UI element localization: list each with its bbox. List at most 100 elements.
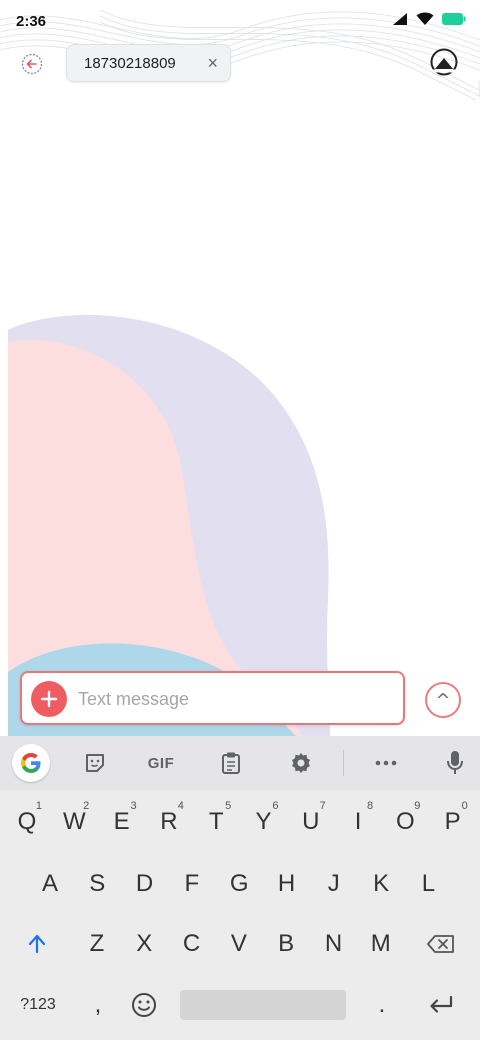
key-a[interactable]: A [27, 858, 73, 910]
send-chevron-icon: ^ [435, 689, 451, 711]
key-label: Y [255, 808, 272, 835]
backspace-key[interactable] [418, 918, 464, 970]
key-number-hint: 9 [414, 800, 421, 812]
key-label: I [354, 808, 362, 835]
microphone-icon[interactable] [436, 744, 474, 782]
google-g-icon [21, 753, 41, 773]
key-label: C [182, 930, 201, 957]
key-label: S [89, 870, 106, 897]
key-i[interactable]: I8 [335, 796, 381, 848]
send-button[interactable]: ^ [425, 682, 461, 718]
key-x[interactable]: X [121, 918, 167, 970]
key-o[interactable]: O9 [382, 796, 428, 848]
toolbar-divider [343, 750, 344, 776]
comma-key-label: , [94, 991, 102, 1018]
key-label: H [277, 870, 296, 897]
key-v[interactable]: V [216, 918, 262, 970]
clipboard-icon[interactable] [212, 744, 250, 782]
back-button[interactable] [18, 50, 46, 78]
key-l[interactable]: L [405, 858, 451, 910]
key-label: O [396, 808, 415, 835]
keyboard-toolbar: GIF [0, 736, 480, 790]
status-bar: 2:36 [0, 0, 480, 44]
key-s[interactable]: S [74, 858, 120, 910]
key-label: B [278, 930, 295, 957]
emoji-smiley-icon [132, 993, 156, 1017]
key-label: M [370, 930, 391, 957]
wifi-icon [416, 12, 434, 25]
mic-icon [447, 751, 463, 774]
cellular-signal-icon [393, 13, 407, 25]
key-label: V [230, 930, 247, 957]
gif-button[interactable]: GIF [142, 744, 180, 782]
key-t[interactable]: T5 [193, 796, 239, 848]
space-bar[interactable] [180, 990, 346, 1020]
key-r[interactable]: R4 [146, 796, 192, 848]
key-number-hint: 8 [366, 800, 374, 812]
key-label: Q [17, 808, 37, 835]
status-time: 2:36 [16, 13, 47, 30]
period-key-label: . [378, 991, 386, 1018]
remove-recipient-close-icon[interactable]: × [207, 53, 218, 73]
key-y[interactable]: Y6 [241, 796, 287, 848]
key-label: R [160, 808, 178, 835]
key-number-hint: 4 [177, 800, 184, 812]
key-number-hint: 5 [225, 800, 232, 812]
key-label: X [136, 930, 153, 957]
key-q[interactable]: Q1 [4, 796, 50, 848]
message-input[interactable] [78, 683, 388, 715]
emoji-key[interactable] [121, 979, 167, 1031]
key-number-hint: 1 [35, 800, 42, 812]
key-number-hint: 3 [130, 800, 137, 812]
key-p[interactable]: P0 [430, 796, 476, 848]
add-attachment-button[interactable] [31, 681, 67, 717]
key-label: A [41, 870, 58, 897]
key-label: F [184, 870, 200, 897]
key-e[interactable]: E3 [99, 796, 145, 848]
status-icons [392, 12, 466, 26]
gif-label: GIF [147, 754, 175, 772]
key-number-hint: 2 [83, 800, 90, 812]
battery-icon [442, 13, 466, 25]
backspace-icon [427, 935, 454, 953]
key-b[interactable]: B [263, 918, 309, 970]
cast-icon[interactable] [428, 46, 460, 78]
shift-key[interactable] [14, 918, 60, 970]
key-h[interactable]: H [264, 858, 310, 910]
sticker-icon[interactable] [76, 744, 114, 782]
symbols-key[interactable]: ?123 [15, 979, 61, 1031]
more-options-icon[interactable] [367, 744, 405, 782]
key-n[interactable]: N [311, 918, 357, 970]
key-label: D [135, 870, 154, 897]
message-composer [20, 671, 405, 725]
key-g[interactable]: G [216, 858, 262, 910]
key-label: W [62, 808, 86, 835]
settings-gear-icon[interactable] [282, 744, 320, 782]
key-k[interactable]: K [358, 858, 404, 910]
enter-key[interactable] [418, 979, 464, 1031]
symbols-key-label: ?123 [20, 996, 56, 1013]
period-key[interactable]: . [359, 979, 405, 1031]
key-w[interactable]: W2 [51, 796, 97, 848]
key-f[interactable]: F [169, 858, 215, 910]
recipient-chip[interactable]: 18730218809 × [66, 44, 231, 82]
key-j[interactable]: J [311, 858, 357, 910]
clipboard-glyph-icon [222, 752, 240, 774]
enter-arrow-icon [430, 995, 453, 1013]
ellipsis-icon [375, 760, 397, 766]
comma-key[interactable]: , [75, 979, 121, 1031]
sticker-face-icon [86, 754, 104, 772]
key-label: G [229, 870, 249, 897]
key-d[interactable]: D [122, 858, 168, 910]
back-arrow-icon [21, 53, 43, 75]
key-number-hint: 7 [319, 800, 326, 812]
key-label: Z [89, 930, 105, 957]
key-label: T [208, 808, 224, 835]
google-icon[interactable] [12, 744, 50, 782]
key-label: P [444, 808, 461, 835]
key-u[interactable]: U7 [288, 796, 334, 848]
key-m[interactable]: M [358, 918, 404, 970]
key-c[interactable]: C [169, 918, 215, 970]
key-z[interactable]: Z [74, 918, 120, 970]
gear-icon [292, 753, 310, 773]
